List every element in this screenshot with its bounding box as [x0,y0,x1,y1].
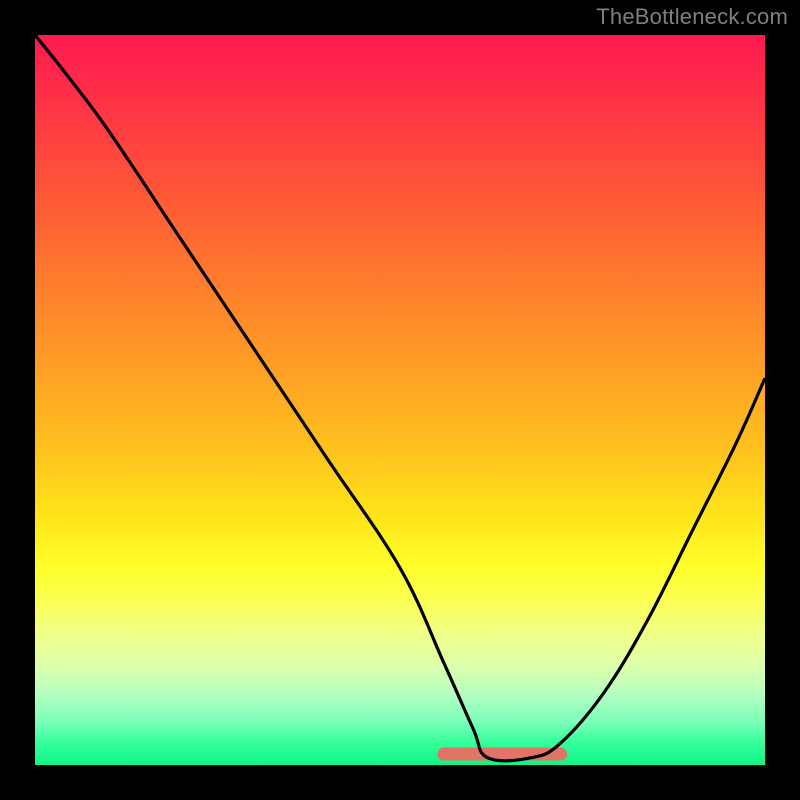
bottleneck-curve [35,35,765,761]
chart-frame: TheBottleneck.com [0,0,800,800]
plot-area [35,35,765,765]
curve-layer [35,35,765,765]
attribution-text: TheBottleneck.com [596,4,788,30]
